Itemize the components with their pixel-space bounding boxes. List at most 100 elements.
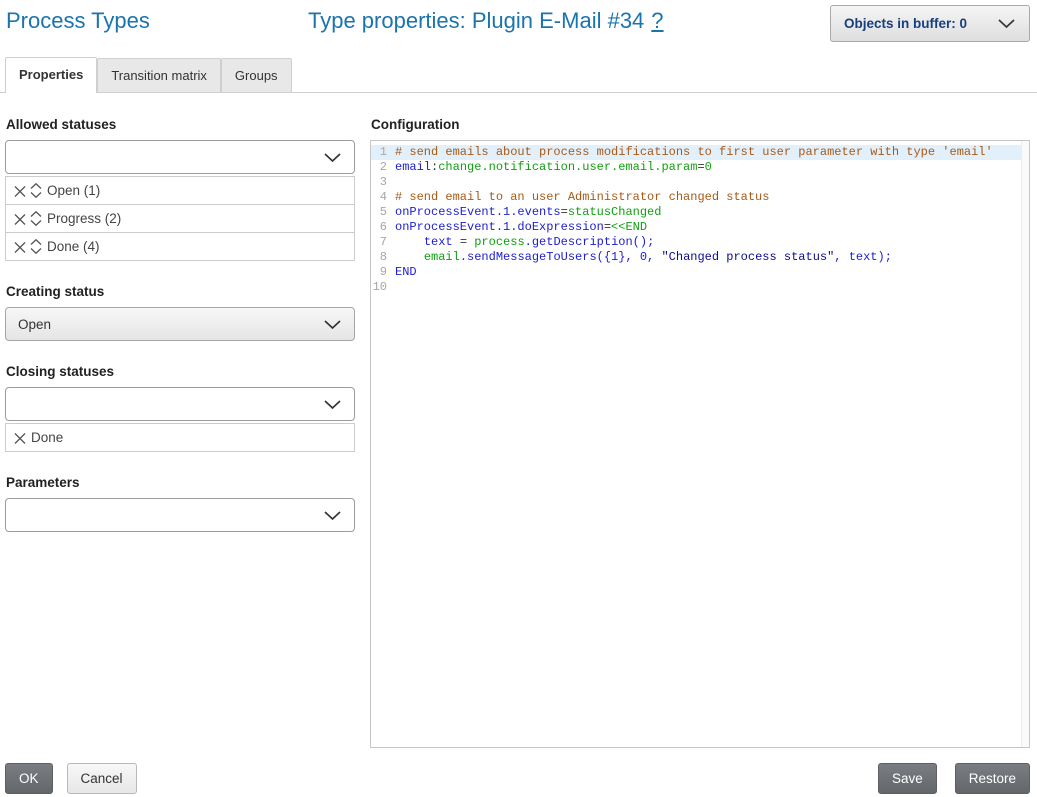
line-number: 10 bbox=[371, 280, 395, 295]
chevron-down-icon bbox=[323, 319, 342, 330]
tab-label: Properties bbox=[19, 67, 83, 82]
closing-statuses-group: Closing statuses Done bbox=[5, 364, 355, 452]
code-token-key: onProcessEvent.1.events bbox=[395, 205, 561, 219]
restore-button[interactable]: Restore bbox=[955, 763, 1030, 794]
code-line: 9 END bbox=[371, 265, 1029, 280]
code-text: onProcessEvent.1.doExpression=<<END bbox=[395, 220, 647, 235]
chevron-down-icon bbox=[323, 399, 342, 410]
remove-icon[interactable] bbox=[12, 183, 28, 199]
dialog-title-text: Type properties: Plugin E-Mail #34 bbox=[308, 8, 644, 33]
save-button[interactable]: Save bbox=[878, 763, 937, 794]
creating-status-label: Creating status bbox=[6, 284, 355, 299]
status-row-progress-2: Progress (2) bbox=[5, 204, 355, 233]
cancel-button[interactable]: Cancel bbox=[67, 763, 137, 794]
code-token-key: onProcessEvent.1.doExpression bbox=[395, 220, 604, 234]
code-token-value: statusChanged bbox=[568, 205, 662, 219]
tab-transition-matrix[interactable]: Transition matrix bbox=[97, 58, 221, 92]
configuration-label: Configuration bbox=[371, 117, 1030, 132]
code-line: 1 # send emails about process modificati… bbox=[371, 145, 1029, 160]
code-line: 2 email:change.notification.user.email.p… bbox=[371, 160, 1029, 175]
code-line: 10 bbox=[371, 280, 1029, 295]
chevron-down-icon bbox=[997, 18, 1016, 29]
status-label: Progress (2) bbox=[47, 211, 121, 226]
sort-icon[interactable] bbox=[28, 238, 44, 255]
status-row-done-4: Done (4) bbox=[5, 232, 355, 261]
sort-icon[interactable] bbox=[28, 210, 44, 227]
parameters-dropdown[interactable] bbox=[5, 498, 355, 532]
code-token-key: .sendMessageToUsers({1}, 0, bbox=[460, 250, 662, 264]
dialog-title: Type properties: Plugin E-Mail #34? bbox=[308, 8, 664, 34]
line-number: 3 bbox=[371, 175, 395, 190]
code-text: # send emails about process modification… bbox=[395, 145, 993, 160]
code-line: 8 email.sendMessageToUsers({1}, 0, "Chan… bbox=[371, 250, 1029, 265]
tab-bar: Properties Transition matrix Groups bbox=[0, 57, 1037, 93]
code-token-value: change.notification.user.email.param bbox=[438, 160, 697, 174]
objects-in-buffer-button[interactable]: Objects in buffer: 0 bbox=[830, 5, 1030, 42]
closing-statuses-list: Done bbox=[5, 423, 355, 452]
remove-icon[interactable] bbox=[12, 211, 28, 227]
line-number: 4 bbox=[371, 190, 395, 205]
line-number: 5 bbox=[371, 205, 395, 220]
code-token-comment: # send email to an user Administrator ch… bbox=[395, 190, 769, 204]
code-text: email:change.notification.user.email.par… bbox=[395, 160, 712, 175]
page: Process Types Type properties: Plugin E-… bbox=[0, 0, 1037, 797]
code-token-key: , text); bbox=[834, 250, 892, 264]
code-token-value: process bbox=[474, 235, 524, 249]
code-token-value: 0 bbox=[705, 160, 712, 174]
page-title: Process Types bbox=[6, 8, 150, 34]
code-text: text = process.getDescription(); bbox=[395, 235, 654, 250]
main-content: Allowed statuses Open (1) Progress bbox=[0, 93, 1037, 748]
objects-in-buffer-label: Objects in buffer: 0 bbox=[844, 16, 967, 31]
line-number: 8 bbox=[371, 250, 395, 265]
code-line: 7 text = process.getDescription(); bbox=[371, 235, 1029, 250]
code-text: email.sendMessageToUsers({1}, 0, "Change… bbox=[395, 250, 892, 265]
code-token-value: email bbox=[424, 250, 460, 264]
code-token-plain bbox=[395, 235, 424, 249]
code-line: 5 onProcessEvent.1.events=statusChanged bbox=[371, 205, 1029, 220]
code-text: END bbox=[395, 265, 417, 280]
code-token-comment: # send emails about process modification… bbox=[395, 145, 993, 159]
parameters-label: Parameters bbox=[6, 475, 355, 490]
allowed-statuses-label: Allowed statuses bbox=[6, 117, 355, 132]
code-token-string: "Changed process status" bbox=[661, 250, 834, 264]
line-number: 7 bbox=[371, 235, 395, 250]
code-text: onProcessEvent.1.events=statusChanged bbox=[395, 205, 661, 220]
allowed-statuses-dropdown[interactable] bbox=[5, 140, 355, 174]
status-row-done: Done bbox=[5, 423, 355, 452]
left-panel: Allowed statuses Open (1) Progress bbox=[5, 117, 355, 748]
line-number: 9 bbox=[371, 265, 395, 280]
code-line: 6 onProcessEvent.1.doExpression=<<END bbox=[371, 220, 1029, 235]
code-token-key: email bbox=[395, 160, 431, 174]
footer: OK Cancel Save Restore bbox=[0, 748, 1037, 794]
tab-groups[interactable]: Groups bbox=[221, 58, 292, 92]
code-text: # send email to an user Administrator ch… bbox=[395, 190, 769, 205]
code-token-plain bbox=[395, 250, 424, 264]
code-token-key: .getDescription(); bbox=[525, 235, 655, 249]
chevron-down-icon bbox=[323, 152, 342, 163]
status-row-open-1: Open (1) bbox=[5, 176, 355, 205]
creating-status-dropdown[interactable]: Open bbox=[5, 307, 355, 341]
tab-label: Transition matrix bbox=[111, 68, 207, 83]
ok-button[interactable]: OK bbox=[5, 763, 53, 794]
tab-properties[interactable]: Properties bbox=[5, 57, 97, 93]
line-number: 2 bbox=[371, 160, 395, 175]
chevron-down-icon bbox=[323, 510, 342, 521]
code-line: 3 bbox=[371, 175, 1029, 190]
closing-statuses-label: Closing statuses bbox=[6, 364, 355, 379]
sort-icon[interactable] bbox=[28, 182, 44, 199]
help-link[interactable]: ? bbox=[651, 8, 663, 33]
allowed-statuses-group: Allowed statuses Open (1) Progress bbox=[5, 117, 355, 261]
configuration-code-editor[interactable]: 1 # send emails about process modificati… bbox=[370, 140, 1030, 748]
line-number: 6 bbox=[371, 220, 395, 235]
allowed-statuses-list: Open (1) Progress (2) Done (4) bbox=[5, 176, 355, 261]
remove-icon[interactable] bbox=[12, 430, 28, 446]
configuration-panel: Configuration 1 # send emails about proc… bbox=[370, 117, 1030, 748]
code-token-key: END bbox=[395, 265, 417, 279]
status-label: Open (1) bbox=[47, 183, 100, 198]
parameters-group: Parameters bbox=[5, 475, 355, 532]
code-token-value: <<END bbox=[611, 220, 647, 234]
status-label: Done bbox=[31, 430, 63, 445]
closing-statuses-dropdown[interactable] bbox=[5, 387, 355, 421]
creating-status-dropdown-value: Open bbox=[18, 317, 51, 332]
remove-icon[interactable] bbox=[12, 239, 28, 255]
